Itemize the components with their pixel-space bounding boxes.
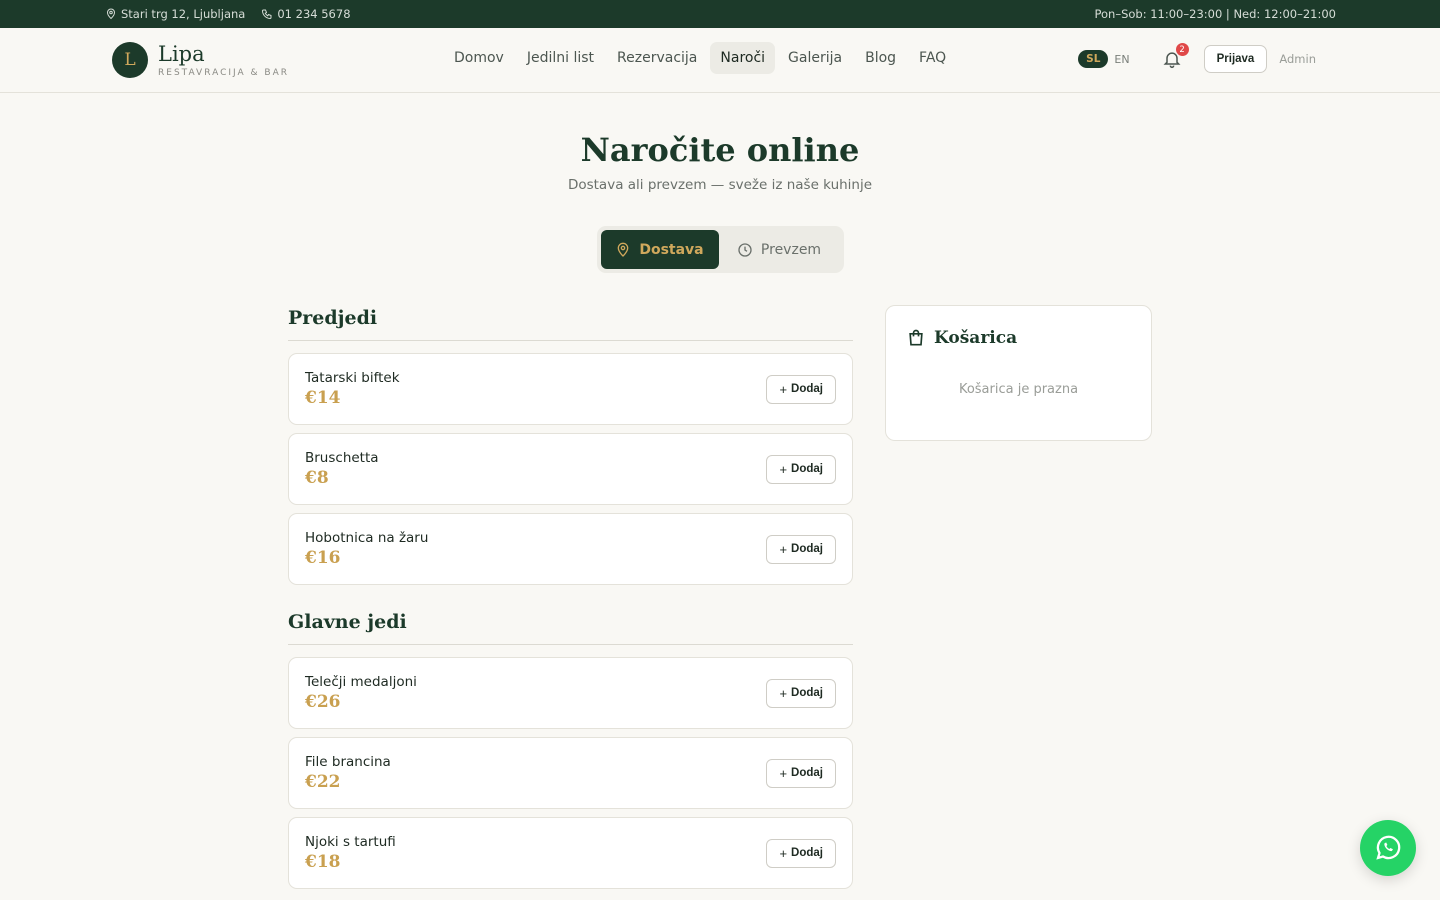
order-mode-toggle: Dostava Prevzem	[596, 226, 844, 273]
notification-count: 2	[1174, 42, 1190, 57]
delivery-option[interactable]: Dostava	[600, 230, 719, 269]
nav-order[interactable]: Naroči	[710, 42, 776, 74]
item-name: File brancina	[305, 754, 391, 770]
item-price: €8	[305, 468, 329, 488]
logo[interactable]: L Lipa RESTAVRACIJA & BAR	[112, 42, 289, 78]
cart-title: Košarica	[934, 328, 1018, 348]
item-price: €26	[305, 692, 341, 712]
item-name: Bruschetta	[305, 450, 379, 466]
menu-item: Tatarski biftek €14 + Dodaj	[288, 353, 853, 425]
add-button[interactable]: + Dodaj	[766, 374, 836, 404]
plus-icon: +	[779, 541, 788, 557]
menu-item: Bruschetta €8 + Dodaj	[288, 433, 853, 505]
phone-icon	[262, 9, 272, 20]
admin-link[interactable]: Admin	[1279, 52, 1328, 66]
item-price: €18	[305, 852, 341, 872]
top-info-bar: Stari trg 12, Ljubljana 01 234 5678 Pon–…	[0, 0, 1440, 28]
add-label: Dodaj	[791, 847, 823, 859]
language-switcher: SL EN	[1078, 50, 1130, 68]
add-button[interactable]: + Dodaj	[766, 758, 836, 788]
opening-hours: Pon–Sob: 11:00–23:00 | Ned: 12:00–21:00	[1094, 7, 1336, 21]
menu-item: File brancina €22 + Dodaj	[288, 737, 853, 809]
whatsapp-button[interactable]	[1360, 820, 1416, 876]
map-pin-icon	[106, 8, 116, 20]
add-button[interactable]: + Dodaj	[766, 454, 836, 484]
clock-icon	[738, 242, 752, 257]
add-label: Dodaj	[791, 463, 823, 475]
add-label: Dodaj	[791, 767, 823, 779]
add-label: Dodaj	[791, 543, 823, 555]
menu-list: Predjedi Tatarski biftek €14 + Dodaj Brus…	[288, 305, 853, 900]
pickup-option[interactable]: Prevzem	[719, 230, 840, 269]
address-info: Stari trg 12, Ljubljana	[105, 7, 245, 21]
cart-panel: Košarica Košarica je prazna	[885, 305, 1152, 441]
item-name: Hobotnica na žaru	[305, 530, 429, 546]
item-price: €16	[305, 548, 341, 568]
add-button[interactable]: + Dodaj	[766, 838, 836, 868]
menu-item: Njoki s tartufi €18 + Dodaj	[288, 817, 853, 889]
nav-home[interactable]: Domov	[444, 42, 514, 74]
item-name: Njoki s tartufi	[305, 834, 396, 850]
hero: Naročite online Dostava ali prevzem — sv…	[0, 131, 1440, 193]
plus-icon: +	[779, 685, 788, 701]
category-mains: Glavne jedi Telečji medaljoni €26 + Dodaj…	[288, 609, 853, 889]
logo-badge: L	[112, 42, 148, 78]
page-title: Naročite online	[580, 131, 860, 169]
add-label: Dodaj	[791, 687, 823, 699]
main-nav: Domov Jedilni list Rezervacija Naroči Ga…	[444, 42, 956, 74]
menu-item: Hobotnica na žaru €16 + Dodaj	[288, 513, 853, 585]
plus-icon: +	[779, 765, 788, 781]
menu-item: Telečji medaljoni €26 + Dodaj	[288, 657, 853, 729]
nav-faq[interactable]: FAQ	[909, 42, 956, 74]
item-name: Tatarski biftek	[305, 370, 400, 386]
plus-icon: +	[779, 845, 788, 861]
phone-info[interactable]: 01 234 5678	[261, 7, 351, 21]
map-pin-icon	[618, 242, 629, 257]
add-label: Dodaj	[791, 383, 823, 395]
item-price: €14	[305, 388, 341, 408]
cart-empty-message: Košarica je prazna	[958, 382, 1079, 397]
nav-reservation[interactable]: Rezervacija	[607, 42, 707, 74]
lang-sl[interactable]: SL	[1078, 50, 1109, 68]
pickup-label: Prevzem	[760, 241, 822, 258]
plus-icon: +	[779, 461, 788, 477]
delivery-label: Dostava	[639, 241, 704, 258]
category-starters: Predjedi Tatarski biftek €14 + Dodaj Brus…	[288, 305, 853, 585]
add-button[interactable]: + Dodaj	[766, 678, 836, 708]
category-title: Predjedi	[288, 305, 853, 341]
shopping-bag-icon	[909, 329, 923, 346]
nav-menu[interactable]: Jedilni list	[517, 42, 604, 74]
header-tools: SL EN 2 Prijava Admin	[1078, 42, 1328, 73]
category-title: Glavne jedi	[288, 609, 853, 645]
notifications-button[interactable]: 2	[1162, 42, 1190, 69]
plus-icon: +	[779, 381, 788, 397]
nav-blog[interactable]: Blog	[855, 42, 906, 74]
brand-name: Lipa	[158, 41, 205, 66]
item-name: Telečji medaljoni	[305, 674, 417, 690]
phone-text: 01 234 5678	[277, 7, 351, 21]
brand-subtitle: RESTAVRACIJA & BAR	[158, 67, 289, 78]
site-header: L Lipa RESTAVRACIJA & BAR Domov Jedilni …	[0, 28, 1440, 93]
item-price: €22	[305, 772, 341, 792]
lang-en[interactable]: EN	[1114, 53, 1129, 66]
whatsapp-icon	[1376, 835, 1401, 860]
page-subtitle: Dostava ali prevzem — sveže iz naše kuhi…	[567, 177, 873, 193]
login-button[interactable]: Prijava	[1203, 45, 1268, 73]
nav-gallery[interactable]: Galerija	[778, 42, 852, 74]
address-text: Stari trg 12, Ljubljana	[121, 7, 246, 21]
add-button[interactable]: + Dodaj	[766, 534, 836, 564]
